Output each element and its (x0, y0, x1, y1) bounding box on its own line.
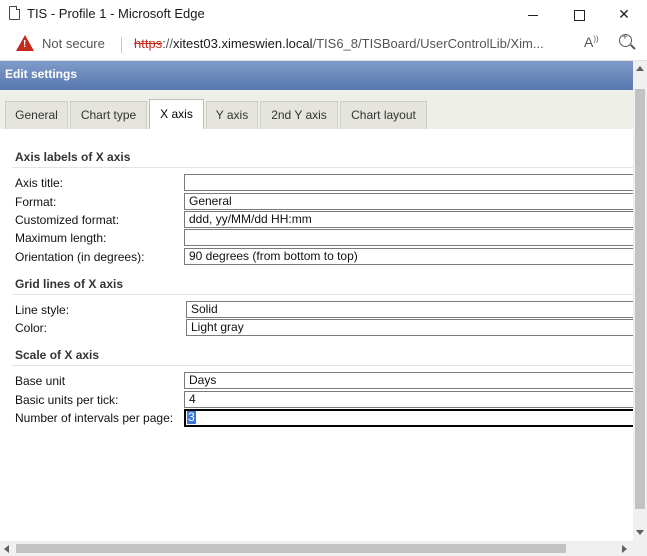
maximum-length-input[interactable] (184, 229, 633, 246)
base-unit-label: Base unit (15, 374, 66, 388)
tab-strip: General Chart type X axis Y axis 2nd Y a… (0, 90, 633, 129)
horizontal-scroll-thumb[interactable] (16, 544, 566, 553)
customized-format-input[interactable]: ddd, yy/MM/dd HH:mm (184, 211, 633, 228)
color-select[interactable]: Light gray (186, 319, 633, 336)
window-title: TIS - Profile 1 - Microsoft Edge (27, 6, 205, 21)
read-aloud-icon[interactable]: A)) (584, 34, 599, 50)
tab-general[interactable]: General (5, 101, 68, 129)
address-bar: ! Not secure https://xitest03.ximeswien.… (0, 28, 647, 61)
url-path: /TIS6_8/TISBoard/UserControlLib/Xim... (312, 36, 544, 51)
zoom-in-icon[interactable] (619, 32, 632, 47)
section-divider (12, 167, 633, 168)
address-divider (121, 37, 122, 53)
intervals-per-page-label: Number of intervals per page: (15, 411, 174, 425)
browser-titlebar: TIS - Profile 1 - Microsoft Edge ✕ (0, 0, 647, 28)
orientation-select[interactable]: 90 degrees (from bottom to top) (184, 248, 633, 265)
section-divider (12, 294, 633, 295)
horizontal-scrollbar[interactable] (0, 541, 647, 556)
format-label: Format: (15, 195, 57, 209)
line-style-label: Line style: (15, 303, 70, 317)
minimize-button[interactable] (510, 0, 556, 28)
scroll-right-icon[interactable] (622, 545, 627, 553)
warning-mark: ! (23, 39, 27, 50)
line-style-select[interactable]: Solid (186, 301, 633, 318)
url-host: xitest03.ximeswien.local (173, 36, 313, 51)
read-aloud-waves: )) (593, 34, 599, 44)
scroll-down-icon[interactable] (636, 530, 644, 535)
tab-y-axis[interactable]: Y axis (206, 101, 258, 129)
format-select[interactable]: General (184, 193, 633, 210)
tab-2nd-y-axis[interactable]: 2nd Y axis (260, 101, 338, 129)
x-axis-form: Axis labels of X axis Axis title: Format… (0, 129, 633, 541)
url-field[interactable]: https://xitest03.ximeswien.local/TIS6_8/… (134, 36, 574, 51)
section-divider (12, 365, 633, 366)
page-content: Edit settings General Chart type X axis … (0, 61, 633, 541)
basic-units-per-tick-input[interactable]: 4 (184, 391, 633, 408)
tab-x-axis[interactable]: X axis (149, 99, 204, 129)
url-scheme: https (134, 36, 163, 51)
close-button[interactable]: ✕ (601, 0, 647, 28)
close-icon: ✕ (618, 6, 630, 22)
maximum-length-label: Maximum length: (15, 231, 107, 245)
tab-chart-layout[interactable]: Chart layout (340, 101, 427, 129)
not-secure-label[interactable]: Not secure (42, 36, 105, 51)
intervals-per-page-input[interactable]: 3 (184, 409, 633, 427)
section-heading-scale: Scale of X axis (15, 348, 100, 362)
read-aloud-letter: A (584, 34, 594, 50)
maximize-icon (573, 9, 585, 21)
vertical-scroll-thumb[interactable] (635, 89, 645, 509)
maximize-button[interactable] (556, 0, 602, 28)
scroll-up-icon[interactable] (636, 66, 644, 71)
customized-format-label: Customized format: (15, 213, 120, 227)
selected-text: 3 (187, 410, 196, 424)
tab-chart-type[interactable]: Chart type (70, 101, 147, 129)
base-unit-select[interactable]: Days (184, 372, 633, 389)
orientation-label: Orientation (in degrees): (15, 250, 145, 264)
page-icon (9, 6, 20, 20)
basic-units-per-tick-label: Basic units per tick: (15, 393, 119, 407)
dialog-header: Edit settings (0, 61, 633, 90)
minimize-icon (528, 14, 538, 16)
scroll-left-icon[interactable] (4, 545, 9, 553)
url-separator: :// (162, 36, 174, 51)
vertical-scrollbar[interactable] (633, 61, 647, 541)
color-label: Color: (15, 321, 48, 335)
section-heading-grid-lines: Grid lines of X axis (15, 277, 124, 291)
axis-title-label: Axis title: (15, 176, 64, 190)
section-heading-axis-labels: Axis labels of X axis (15, 150, 131, 164)
axis-title-input[interactable] (184, 174, 633, 191)
